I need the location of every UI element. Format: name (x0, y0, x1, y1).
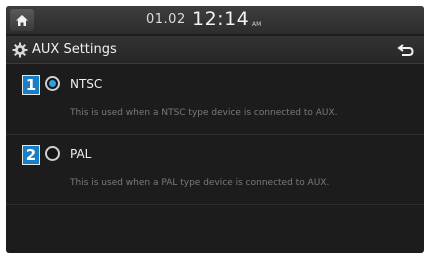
option-description: This is used when a PAL type device is c… (70, 178, 330, 188)
option-description: This is used when a NTSC type device is … (70, 108, 338, 118)
option-label: NTSC (70, 77, 103, 91)
page-title: AUX Settings (32, 42, 117, 57)
status-time: 12:14 (192, 8, 250, 30)
title-bar: AUX Settings (6, 36, 424, 64)
status-date: 01.02 (146, 12, 186, 27)
gear-icon (12, 42, 28, 58)
home-button[interactable] (10, 9, 34, 31)
status-bar: 01.02 12:14 AM (6, 6, 424, 34)
divider (6, 134, 424, 135)
option-label: PAL (70, 147, 92, 161)
home-icon (16, 14, 28, 26)
back-button[interactable] (392, 40, 420, 60)
divider (6, 204, 424, 205)
option-pal[interactable]: 2 PAL This is used when a PAL type devic… (6, 144, 424, 200)
status-ampm: AM (252, 21, 262, 28)
back-arrow-icon (397, 44, 414, 56)
head-unit-screen: 01.02 12:14 AM AUX Settings 1 NTSC This … (6, 6, 424, 253)
option-number-badge: 1 (22, 75, 40, 95)
option-ntsc[interactable]: 1 NTSC This is used when a NTSC type dev… (6, 74, 424, 130)
pal-radio-button[interactable] (45, 146, 60, 161)
ntsc-radio-button[interactable] (45, 76, 60, 91)
option-number-badge: 2 (22, 145, 40, 165)
